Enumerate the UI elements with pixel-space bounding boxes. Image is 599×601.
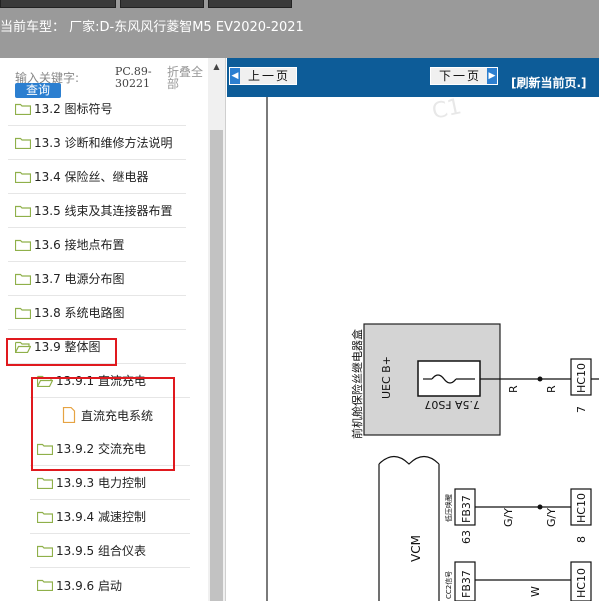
folder-icon xyxy=(37,511,53,523)
wire-gy1-label: G/Y xyxy=(502,508,515,527)
tree-item-label: 13.6 接地点布置 xyxy=(34,238,125,252)
tree-item-label: 13.9.5 组合仪表 xyxy=(56,544,146,558)
wire-r2-label: R xyxy=(545,385,558,393)
tree-item-13-4[interactable]: 13.4 保险丝、继电器 xyxy=(8,160,186,194)
top-button-3[interactable] xyxy=(208,0,292,8)
hc10-b-pin: 8 xyxy=(575,536,588,543)
tree-item-13-2[interactable]: 13.2 图标符号 xyxy=(8,102,186,126)
folder-icon xyxy=(15,273,31,285)
tree-item-13-6[interactable]: 13.6 接地点布置 xyxy=(8,228,186,262)
watermark-text: C1 xyxy=(430,97,464,125)
tree-item-label: 13.5 线束及其连接器布置 xyxy=(34,204,173,218)
arrow-right-icon: ▶ xyxy=(487,68,497,84)
tree-item-13-7[interactable]: 13.7 电源分布图 xyxy=(8,262,186,296)
prev-page-button[interactable]: ◀ 上一页 xyxy=(229,67,297,85)
fb37-b-label: FB37 xyxy=(460,570,473,598)
hc10-a-pin: 7 xyxy=(575,406,588,413)
page-nav-bar: ◀ 上一页 下一页 ▶ [刷新当前页.] xyxy=(227,58,599,97)
uec-label: UEC B+ xyxy=(380,356,393,399)
tree-item-label: 13.9.6 启动 xyxy=(56,578,122,593)
vehicle-label: 当前车型： 厂家:D-东风风行菱智M5 EV2020-2021 xyxy=(0,20,304,35)
tree-item-label: 13.9.3 电力控制 xyxy=(56,476,146,490)
tree-item-13-3[interactable]: 13.3 诊断和维修方法说明 xyxy=(8,126,186,160)
tree-item-13-8[interactable]: 13.8 系统电路图 xyxy=(8,296,186,330)
tree-item-13-9-3[interactable]: 13.9.3 电力控制 xyxy=(30,466,190,500)
wire-junction xyxy=(537,376,543,382)
folder-icon xyxy=(15,137,31,149)
wire-gy2-label: G/Y xyxy=(545,508,558,527)
tree-item-13-5[interactable]: 13.5 线束及其连接器布置 xyxy=(8,194,186,228)
wiring-diagram: C1 前机舱保险丝继电器盒 UEC B+ 7.5A FS07 R R HC10 … xyxy=(266,97,599,601)
folder-icon xyxy=(15,103,31,115)
tree-item-label: 13.2 图标符号 xyxy=(34,102,113,116)
tree-item-13-9-4[interactable]: 13.9.4 减速控制 xyxy=(30,500,190,534)
wire-r1-label: R xyxy=(507,385,520,393)
search-area: 输入关键字: 查询 PC.89-30221 折叠全部 xyxy=(0,58,208,102)
highlight-box-charging xyxy=(31,377,175,471)
tree-scrollbar[interactable]: ▲ xyxy=(208,58,225,601)
arrow-left-icon: ◀ xyxy=(230,68,240,84)
scroll-up-arrow-icon[interactable]: ▲ xyxy=(208,58,225,75)
highlight-box-13-9 xyxy=(6,338,117,366)
fuse-box-title: 前机舱保险丝继电器盒 xyxy=(350,329,364,439)
collapse-all-button[interactable]: 折叠全部 xyxy=(167,66,205,90)
top-button-1[interactable] xyxy=(0,0,116,8)
scroll-thumb[interactable] xyxy=(210,130,223,601)
tree-item-label: 13.8 系统电路图 xyxy=(34,306,125,320)
next-page-button[interactable]: 下一页 ▶ xyxy=(430,67,498,85)
tree-item-13-9-6[interactable]: 13.9.6 启动 xyxy=(30,568,190,601)
fb37-a-note: 低压唤醒 xyxy=(444,494,453,522)
top-button-2[interactable] xyxy=(120,0,204,8)
folder-icon xyxy=(37,579,53,591)
pc-number: PC.89-30221 xyxy=(115,65,152,90)
fb37-a-pin: 63 xyxy=(460,530,473,544)
refresh-page-link[interactable]: [刷新当前页.] xyxy=(511,74,587,91)
toc-tree: 13.2 图标符号 13.3 诊断和维修方法说明 13.4 保险丝、继电器 13… xyxy=(0,102,208,601)
left-panel: 输入关键字: 查询 PC.89-30221 折叠全部 13.2 图标符号 13.… xyxy=(0,58,226,601)
tree-item-13-9-5[interactable]: 13.9.5 组合仪表 xyxy=(30,534,190,568)
folder-icon xyxy=(15,171,31,183)
folder-icon xyxy=(15,307,31,319)
top-bar: 当前车型： 厂家:D-东风风行菱智M5 EV2020-2021 xyxy=(0,0,599,58)
fb37-b-note: CC2信号 xyxy=(444,571,453,599)
tree-item-label: 13.3 诊断和维修方法说明 xyxy=(34,136,173,150)
tree-item-label: 13.4 保险丝、继电器 xyxy=(34,170,149,184)
hc10-a-label: HC10 xyxy=(575,363,588,393)
folder-icon xyxy=(37,545,53,557)
vcm-module-outline xyxy=(378,455,440,601)
tree-item-label: 13.9.4 减速控制 xyxy=(56,510,146,524)
folder-icon xyxy=(15,239,31,251)
wire-w-label: W xyxy=(529,586,542,597)
fb37-a-label: FB37 xyxy=(460,495,473,523)
tree-item-label: 13.7 电源分布图 xyxy=(34,272,125,286)
vcm-label: VCM xyxy=(409,535,423,562)
search-button[interactable]: 查询 xyxy=(15,83,61,98)
folder-icon xyxy=(15,205,31,217)
folder-icon xyxy=(37,477,53,489)
hc10-b-label: HC10 xyxy=(575,493,588,523)
fuse-label: 7.5A FS07 xyxy=(424,398,480,411)
diagram-panel: ◀ 上一页 下一页 ▶ [刷新当前页.] C1 前机舱保险丝继电器盒 UEC B… xyxy=(227,58,599,601)
hc10-c-label: HC10 xyxy=(575,568,588,598)
